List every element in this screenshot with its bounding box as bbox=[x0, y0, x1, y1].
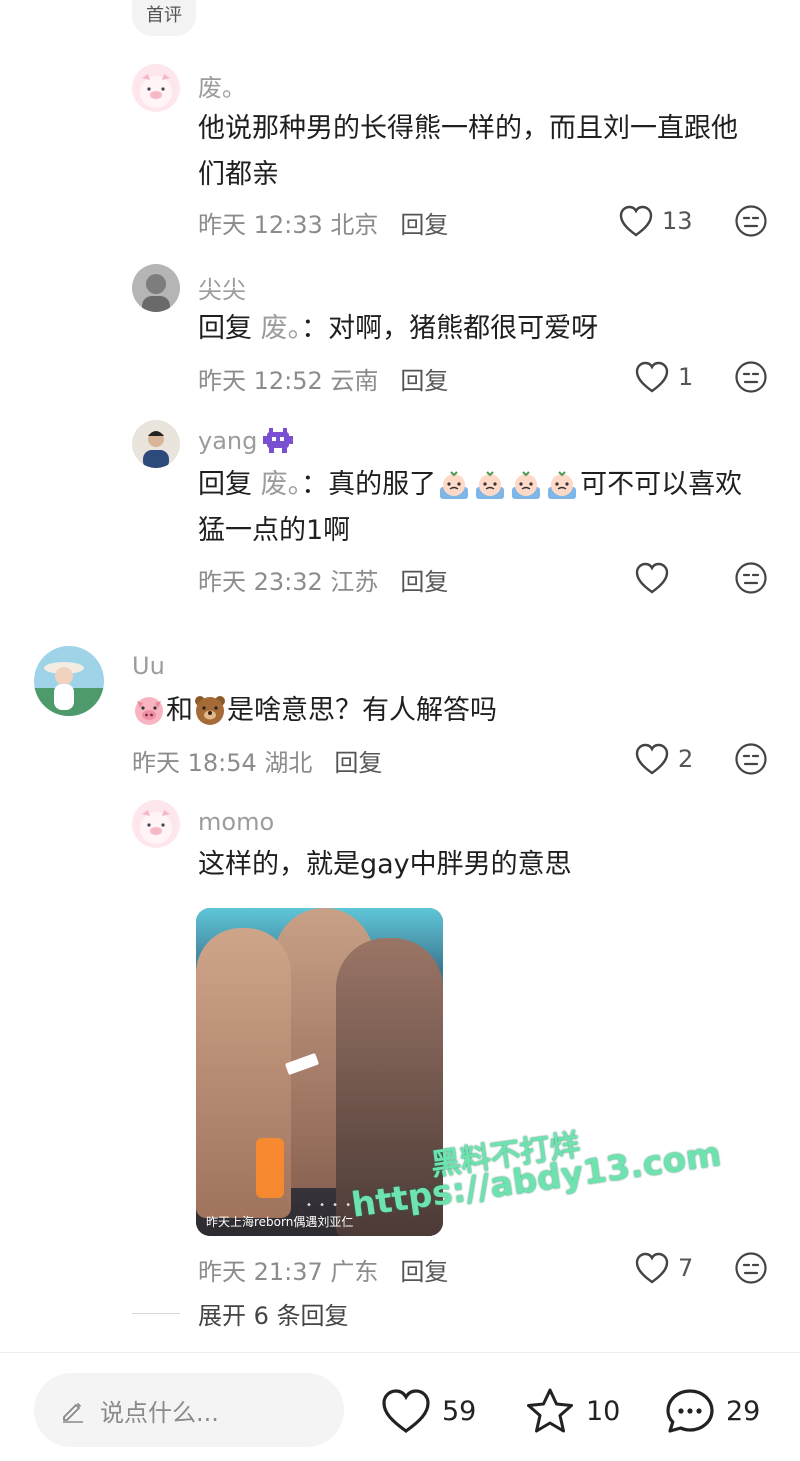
heart-icon bbox=[382, 1389, 430, 1433]
star-icon bbox=[527, 1388, 573, 1433]
username[interactable]: momo bbox=[198, 808, 274, 836]
comment-input-placeholder: 说点什么... bbox=[100, 1398, 219, 1427]
photo-caption: 昨天上海reborn偶遇刘亚仁 bbox=[206, 1215, 354, 1229]
space-invader-icon bbox=[263, 428, 294, 453]
photo-page-dots: • • • • bbox=[306, 1200, 354, 1211]
comment-text: 和是啥意思？有人解答吗 bbox=[132, 688, 497, 734]
avatar[interactable] bbox=[34, 646, 104, 716]
expand-replies-label: 展开 6 条回复 bbox=[198, 1302, 349, 1330]
like-button[interactable]: 7 bbox=[634, 1248, 693, 1288]
emoji-reaction-icon[interactable] bbox=[734, 742, 768, 776]
reply-button[interactable]: 回复 bbox=[334, 749, 382, 777]
comment-meta: 昨天 23:32 江苏 回复 bbox=[198, 568, 449, 596]
reply-target: 废。 bbox=[260, 469, 302, 500]
reply-button[interactable]: 回复 bbox=[400, 367, 448, 395]
like-count: 13 bbox=[662, 207, 693, 235]
pencil-icon bbox=[63, 1402, 83, 1423]
like-button[interactable]: 1 bbox=[634, 357, 693, 397]
like-button[interactable] bbox=[634, 558, 678, 598]
comment-text: 他说那种男的长得熊一样的，而且刘一直跟他 们都亲 bbox=[198, 113, 738, 190]
reply-button[interactable]: 回复 bbox=[400, 211, 448, 239]
username[interactable]: Uu bbox=[132, 652, 165, 680]
heart-icon bbox=[635, 361, 669, 393]
like-count: 7 bbox=[678, 1254, 694, 1282]
photo-light bbox=[256, 1138, 284, 1198]
comment-meta: 昨天 12:33 北京 回复 bbox=[198, 211, 449, 239]
heart-icon bbox=[635, 562, 669, 594]
avatar[interactable] bbox=[132, 264, 180, 312]
chat-bubble-icon bbox=[666, 1389, 714, 1433]
like-button[interactable]: 2 bbox=[634, 739, 693, 779]
username[interactable]: 废。 bbox=[198, 68, 246, 103]
post-like-count: 59 bbox=[442, 1395, 477, 1427]
first-comment-chip: 首评 bbox=[132, 0, 196, 36]
reply-target: 废。 bbox=[260, 313, 302, 344]
reply-button[interactable]: 回复 bbox=[400, 568, 448, 596]
favorite-count: 10 bbox=[586, 1395, 621, 1427]
avatar[interactable] bbox=[132, 420, 180, 468]
comments-button[interactable]: 29 bbox=[664, 1383, 760, 1439]
emoji-reaction-icon[interactable] bbox=[734, 360, 768, 394]
emoji-reaction-icon[interactable] bbox=[734, 1251, 768, 1285]
person-avatar-icon bbox=[34, 646, 104, 716]
comment-text: 这样的，就是gay中胖男的意思 bbox=[198, 849, 572, 880]
bottom-action-bar: 说点什么... 59 10 29 bbox=[0, 1352, 800, 1461]
comment-count: 29 bbox=[726, 1395, 761, 1427]
bear-face-icon bbox=[195, 696, 225, 725]
heart-icon bbox=[619, 205, 653, 237]
comment-input[interactable]: 说点什么... bbox=[34, 1373, 344, 1447]
crying-seal-icon bbox=[476, 470, 505, 499]
comment-meta: 昨天 12:52 云南 回复 bbox=[198, 367, 449, 395]
pig-avatar-icon bbox=[132, 800, 180, 848]
crying-seal-icon bbox=[548, 470, 577, 499]
emoji-reaction-icon[interactable] bbox=[734, 204, 768, 238]
person-avatar-icon bbox=[132, 420, 180, 468]
crying-seal-icon bbox=[512, 470, 541, 499]
reply-button[interactable]: 回复 bbox=[400, 1258, 448, 1286]
like-button[interactable]: 13 bbox=[618, 201, 693, 241]
heart-icon bbox=[635, 1252, 669, 1284]
avatar[interactable] bbox=[132, 64, 180, 112]
crying-seal-icon bbox=[440, 470, 469, 499]
like-post-button[interactable]: 59 bbox=[380, 1383, 476, 1439]
emoji-reaction-icon[interactable] bbox=[734, 561, 768, 595]
comment-text: 回复 废。：真的服了 可不可以喜欢 猛一点的1啊 bbox=[198, 469, 743, 546]
comment-text: 回复 废。：对啊，猪熊都很可爱呀 bbox=[198, 313, 599, 344]
comment-meta: 昨天 21:37 广东 回复 bbox=[198, 1258, 449, 1286]
expand-replies-button[interactable]: 展开 6 条回复 bbox=[132, 1296, 349, 1331]
avatar[interactable] bbox=[132, 800, 180, 848]
person-avatar-icon bbox=[132, 264, 180, 312]
pig-avatar-icon bbox=[132, 64, 180, 112]
username[interactable]: 尖尖 bbox=[198, 270, 246, 305]
comment-meta: 昨天 18:54 湖北 回复 bbox=[132, 749, 383, 777]
favorite-button[interactable]: 10 bbox=[524, 1383, 620, 1439]
like-count: 1 bbox=[678, 363, 694, 391]
pig-face-icon bbox=[135, 697, 163, 725]
heart-icon bbox=[635, 743, 669, 775]
username[interactable]: yang bbox=[198, 426, 295, 456]
like-count: 2 bbox=[678, 745, 694, 773]
divider bbox=[132, 1313, 180, 1314]
